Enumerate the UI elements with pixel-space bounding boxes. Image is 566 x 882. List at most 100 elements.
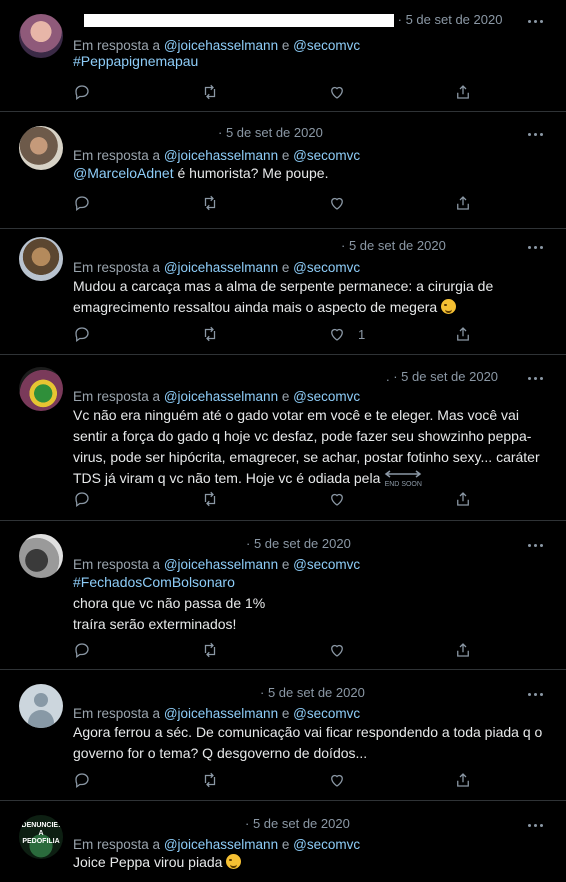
hashtag-link[interactable]: #Peppapignemapau [73,53,198,69]
reply-context: Em resposta a @joicehasselmann e @secomv… [73,389,361,404]
tweet-meta: · 5 de set de 2020 [246,536,351,551]
default-avatar-icon[interactable] [19,684,63,728]
more-icon[interactable] [528,377,546,381]
tweet-text: Agora ferrou a séc. De comunicação vai f… [73,724,543,761]
tweet[interactable]: · 5 de set de 2020 Em resposta a @joiceh… [0,521,566,670]
retweet-button[interactable] [201,192,219,214]
retweet-button[interactable] [201,769,219,791]
avatar[interactable] [19,14,63,58]
tweet-date[interactable]: 5 de set de 2020 [406,12,503,27]
reply-button[interactable] [73,192,91,214]
like-button[interactable] [328,192,358,214]
reply-button[interactable] [73,769,91,791]
retweet-button[interactable] [201,488,219,510]
share-button[interactable] [454,488,472,510]
like-icon [331,644,343,657]
mention-link[interactable]: @joicehasselmann [164,557,278,572]
retweet-icon [204,772,216,788]
share-button[interactable] [454,192,472,214]
reply-button[interactable] [73,488,91,510]
mention-link[interactable]: @joicehasselmann [164,706,278,721]
tweet-date[interactable]: 5 de set de 2020 [226,125,323,140]
mention-link[interactable]: @secomvc [293,837,360,852]
tweet[interactable]: . · 5 de set de 2020 Em resposta a @joic… [0,355,566,521]
like-button[interactable] [328,81,358,103]
reply-context: Em resposta a @joicehasselmann e @secomv… [73,706,361,721]
reply-icon [75,196,89,212]
mention-link[interactable]: @joicehasselmann [164,148,278,163]
tweet[interactable]: · 5 de set de 2020 Em resposta a @joiceh… [0,0,566,112]
tweet-actions [73,488,473,510]
tweet-date[interactable]: 5 de set de 2020 [349,238,446,253]
mention-link[interactable]: @joicehasselmann [164,260,278,275]
mention-link[interactable]: @secomvc [293,557,360,572]
retweet-icon [204,326,216,342]
retweet-button[interactable] [201,639,219,661]
tweet[interactable]: · 5 de set de 2020 Em resposta a @joiceh… [0,229,566,355]
share-button[interactable] [454,81,472,103]
avatar[interactable] [19,367,63,411]
mention-link[interactable]: @secomvc [293,260,360,275]
mention-link[interactable]: @secomvc [293,148,360,163]
like-icon [331,774,343,787]
tweet-date[interactable]: 5 de set de 2020 [254,536,351,551]
avatar[interactable] [19,126,63,170]
retweet-icon [204,491,216,507]
tweet-text: @MarceloAdnet é humorista? Me poupe. [73,165,329,181]
avatar[interactable] [19,534,63,578]
tweet-date[interactable]: 5 de set de 2020 [268,685,365,700]
tweet-meta: · 5 de set de 2020 [218,125,323,140]
reply-feed: · 5 de set de 2020 Em resposta a @joiceh… [0,0,566,882]
share-button[interactable] [454,769,472,791]
avatar[interactable] [19,237,63,281]
more-icon[interactable] [528,824,546,828]
more-icon[interactable] [528,20,546,24]
mention-link[interactable]: @secomvc [293,706,360,721]
more-icon[interactable] [528,693,546,697]
share-icon [457,773,469,787]
tweet[interactable]: · 5 de set de 2020 Em resposta a @joiceh… [0,670,566,801]
like-icon [331,86,343,99]
end-soon-arrow-icon: END SOON [384,470,422,489]
tweet-meta: · 5 de set de 2020 [84,12,503,28]
tweet-date[interactable]: 5 de set de 2020 [253,816,350,831]
share-icon [457,196,469,210]
mention-link[interactable]: @joicehasselmann [164,837,278,852]
share-icon [457,85,469,99]
tweet-text: #FechadosComBolsonaro chora que vc não p… [73,572,549,635]
retweet-icon [204,84,216,100]
mention-link[interactable]: @joicehasselmann [164,389,278,404]
hashtag-link[interactable]: #FechadosComBolsonaro [73,572,549,593]
tweet-text: Joice Peppa virou piada [73,852,549,873]
more-icon[interactable] [528,133,546,137]
share-button[interactable] [454,639,472,661]
tweet[interactable]: DENUNCIE: A PEDOFILIA · 5 de set de 2020… [0,801,566,882]
avatar[interactable]: DENUNCIE: A PEDOFILIA [19,815,63,859]
like-button[interactable] [328,488,358,510]
like-button[interactable]: 1 [328,323,365,345]
reply-icon [75,85,89,101]
mention-link[interactable]: @MarceloAdnet [73,165,174,181]
like-button[interactable] [328,769,358,791]
more-icon[interactable] [528,544,546,548]
mention-link[interactable]: @secomvc [293,389,360,404]
tweet-date[interactable]: 5 de set de 2020 [401,369,498,384]
more-icon[interactable] [528,246,546,250]
tweet-actions [73,639,473,661]
reply-button[interactable] [73,81,91,103]
reply-button[interactable] [73,639,91,661]
tweet-meta: · 5 de set de 2020 [245,816,350,831]
share-button[interactable] [454,323,472,345]
grinning-emoji-icon [226,854,242,869]
share-icon [457,327,469,341]
tweet-actions [73,81,473,103]
like-icon [331,197,343,210]
reply-context: Em resposta a @joicehasselmann e @secomv… [73,148,361,163]
tweet-actions [73,769,473,791]
tweet[interactable]: · 5 de set de 2020 Em resposta a @joiceh… [0,112,566,229]
retweet-button[interactable] [201,81,219,103]
reply-context: Em resposta a @joicehasselmann e @secomv… [73,260,361,275]
retweet-button[interactable] [201,323,219,345]
like-button[interactable] [328,639,358,661]
reply-button[interactable] [73,323,91,345]
